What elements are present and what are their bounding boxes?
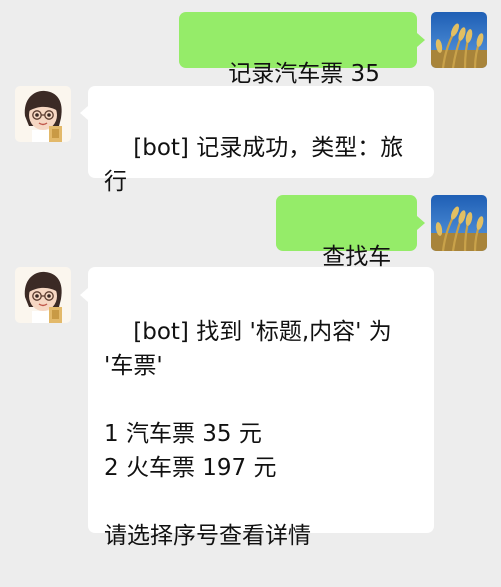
bubble-tail [80,288,88,302]
cartoon-girl-avatar-icon[interactable] [15,267,71,323]
cartoon-girl-avatar-icon[interactable] [15,86,71,142]
bubble-tail [80,106,88,120]
user-message-bubble[interactable]: 记录汽车票 35 元 [179,12,417,121]
message-text: [bot] 找到 '标题,内容' 为 '车票' 1 汽车票 35 元 2 火车票… [104,319,392,549]
wheat-field-avatar-icon[interactable] [431,12,487,68]
bot-message-bubble[interactable]: [bot] 记录成功，类型：旅行 [88,86,434,195]
wheat-field-avatar-icon[interactable] [431,195,487,251]
bot-message-bubble[interactable]: [bot] 找到 '标题,内容' 为 '车票' 1 汽车票 35 元 2 火车票… [88,267,434,549]
user-message-bubble[interactable]: 查找车票 [276,195,417,304]
message-text: [bot] 记录成功，类型：旅行 [104,135,404,195]
bubble-tail [417,33,425,47]
bubble-tail [417,216,425,230]
